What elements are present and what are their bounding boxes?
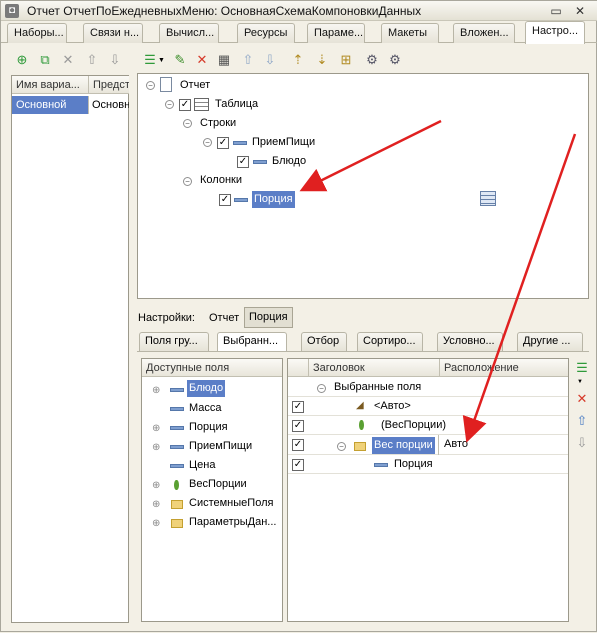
annotation-overlay xyxy=(299,119,577,443)
annotation-arrow xyxy=(462,133,577,443)
annotation-arrow xyxy=(299,119,442,192)
designer-window: ◘ Отчет ОтчетПоЕжедневныхМеню: ОсновнаяС… xyxy=(0,0,597,632)
